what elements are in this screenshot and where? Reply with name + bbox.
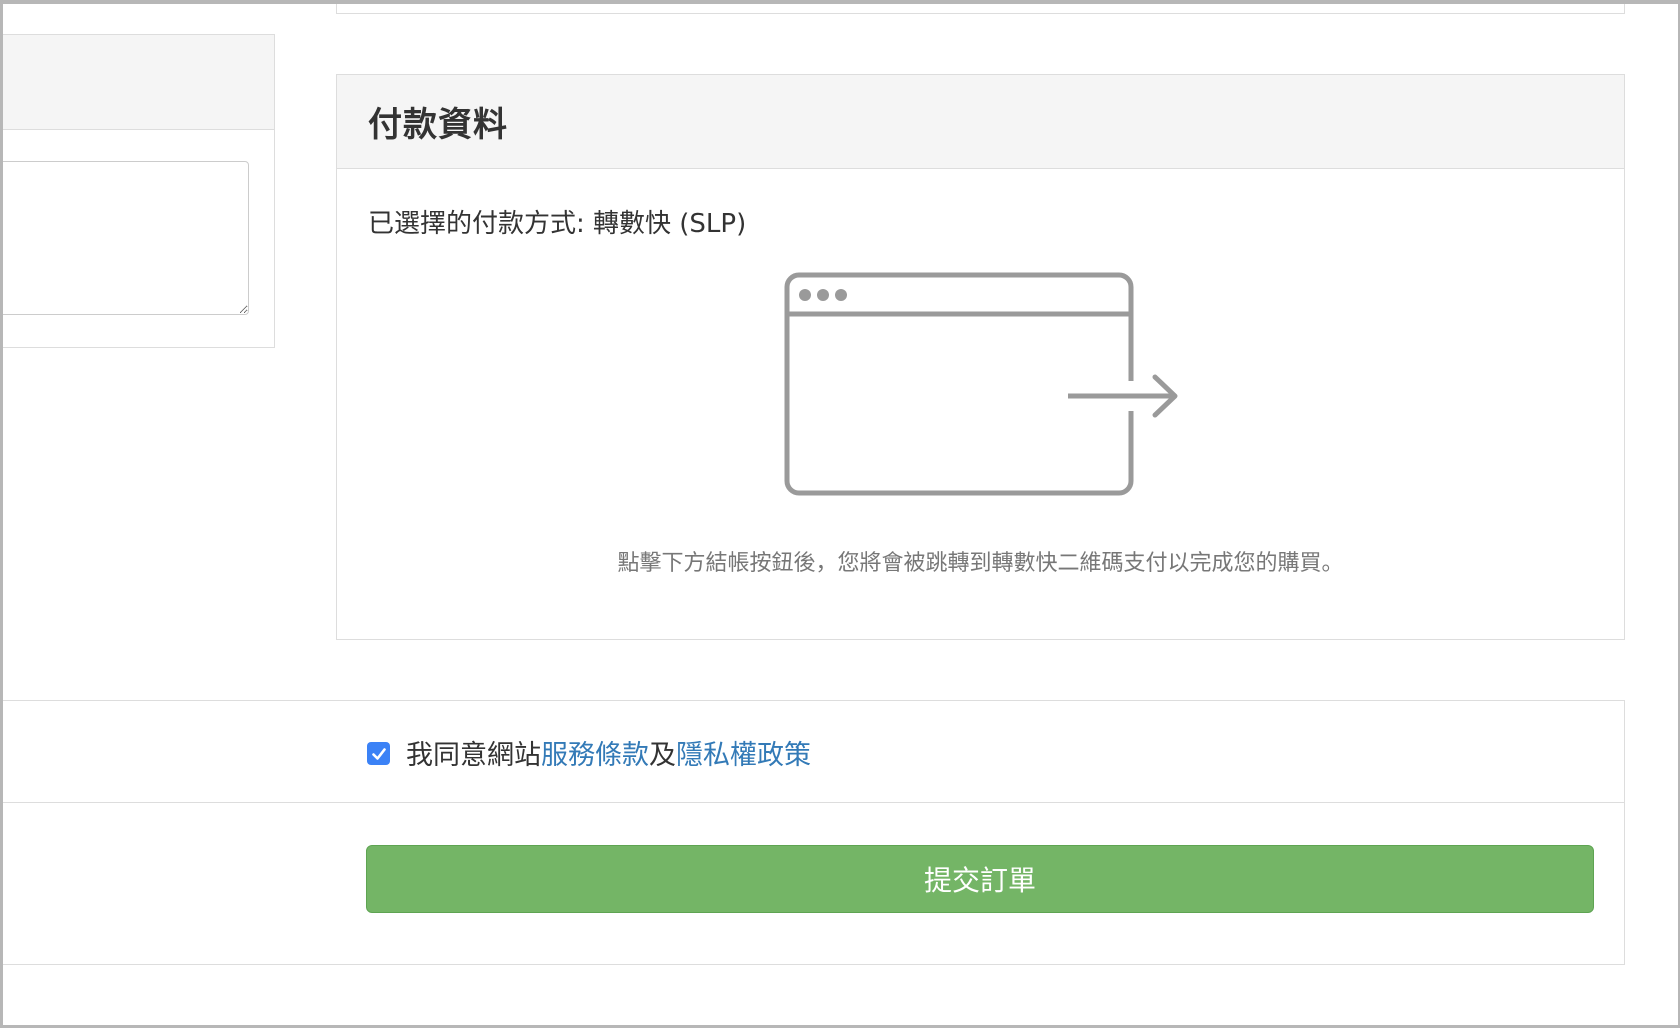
redirect-instruction-text: 點擊下方結帳按鈕後，您將會被跳轉到轉數快二維碼支付以完成您的購買。 xyxy=(617,551,1344,576)
previous-panel-bottom-edge xyxy=(336,0,1625,14)
agreement-prefix: 我同意網站 xyxy=(406,740,541,771)
privacy-policy-link[interactable]: 隱私權政策 xyxy=(676,740,811,771)
agreement-conjunction: 及 xyxy=(649,740,676,771)
payment-info-panel-heading: 付款資料 xyxy=(337,75,1624,169)
selected-payment-method: 已選擇的付款方式: 轉數快 (SLP) xyxy=(368,209,747,239)
order-notes-textarea[interactable] xyxy=(0,161,249,315)
browser-window-redirect-icon xyxy=(783,271,1183,508)
payment-info-title: 付款資料 xyxy=(368,105,508,145)
order-notes-panel xyxy=(0,34,275,348)
checkout-confirm-panel: 我同意網站服務條款及隱私權政策 提交訂單 xyxy=(0,700,1625,965)
checkmark-icon xyxy=(371,747,386,760)
order-notes-panel-heading xyxy=(0,35,274,130)
payment-info-panel: 付款資料 已選擇的付款方式: 轉數快 (SLP) 點擊下方結帳按鈕後，您將會被跳… xyxy=(336,74,1625,640)
agreement-label: 我同意網站服務條款及隱私權政策 xyxy=(406,733,811,772)
terms-of-service-link[interactable]: 服務條款 xyxy=(541,740,649,771)
agree-terms-checkbox[interactable] xyxy=(367,742,390,765)
submit-order-button[interactable]: 提交訂單 xyxy=(366,845,1594,913)
agreement-row: 我同意網站服務條款及隱私權政策 xyxy=(0,701,1624,803)
